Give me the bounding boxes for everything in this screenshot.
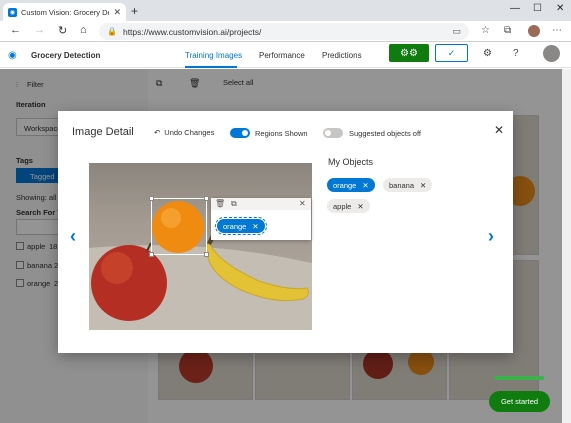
undo-changes-button[interactable]: ↶ Undo Changes [154,128,214,137]
lock-icon: 🔒 [107,27,117,36]
profile-icon[interactable] [528,25,540,37]
browser-toolbar: ← → ↻ ⌂ 🔒 https://www.customvision.ai/pr… [0,21,571,42]
my-objects-title: My Objects [328,157,374,167]
url-text: https://www.customvision.ai/projects/ [122,26,262,37]
orange-region-box[interactable] [149,196,209,257]
more-icon[interactable]: ⋯ [552,25,562,36]
settings-icon[interactable]: ⚙ [483,48,492,59]
object-tag-label: banana [389,180,415,190]
close-popup-icon[interactable]: ✕ [299,199,306,208]
trash-icon[interactable]: 🗑 [215,199,225,208]
resize-handle[interactable] [204,252,209,257]
remove-tag-icon[interactable]: ✕ [252,222,258,231]
resize-handle[interactable] [149,252,154,257]
project-name: Grocery Detection [31,51,101,60]
previous-image-arrow[interactable]: ‹ [70,226,76,247]
forward-icon[interactable]: → [34,24,45,36]
active-tab-indicator [185,66,237,68]
gears-icon: ⚙⚙ [400,47,418,59]
region-tag-label: orange [223,221,247,231]
collections-icon[interactable]: ⧉ [504,25,511,36]
browser-tab[interactable]: ◉ Custom Vision: Grocery Detection ✕ [3,3,126,21]
next-image-arrow[interactable]: › [488,226,494,247]
apple-shape [91,245,167,321]
suggested-objects-toggle[interactable] [323,128,343,138]
region-tag-popup: 🗑 ⧉ ✕ orange ✕ [211,198,311,240]
tab-title: Custom Vision: Grocery Detection [21,7,109,17]
remove-tag-icon[interactable]: ✕ [362,181,368,190]
remove-tag-icon[interactable]: ✕ [357,202,363,211]
window-close-button[interactable]: ✕ [556,3,564,14]
home-icon[interactable]: ⌂ [80,24,87,36]
avatar[interactable] [543,45,560,62]
maximize-button[interactable]: ☐ [533,3,542,14]
favorites-icon[interactable]: ☆ [481,25,490,36]
object-tag-banana[interactable]: banana ✕ [383,178,433,192]
address-bar[interactable]: 🔒 https://www.customvision.ai/projects/ … [99,23,469,40]
remove-tag-icon[interactable]: ✕ [420,181,426,190]
toggle-knob [242,130,248,136]
undo-icon: ↶ [154,128,161,137]
object-tag-orange[interactable]: orange ✕ [327,178,375,192]
tab-close-icon[interactable]: ✕ [113,7,121,18]
region-popup-toolbar: 🗑 ⧉ ✕ [211,198,311,210]
apple-highlight [101,252,133,284]
modal-title: Image Detail [72,126,134,138]
resize-handle[interactable] [204,196,209,201]
eye-icon[interactable]: ◉ [8,50,17,61]
object-tag-label: apple [333,201,352,211]
new-tab-button[interactable]: + [131,4,138,18]
close-icon[interactable]: ✕ [494,123,504,137]
help-icon[interactable]: ? [513,48,519,59]
progress-indicator [494,376,544,380]
undo-label: Undo Changes [164,128,215,137]
custom-vision-icon: ◉ [8,7,17,17]
object-tag-label: orange [333,180,357,190]
copy-region-icon[interactable]: ⧉ [231,199,237,209]
browser-tabstrip: ◉ Custom Vision: Grocery Detection ✕ + —… [0,0,571,21]
image-detail-modal: Image Detail ↶ Undo Changes Regions Show… [58,111,513,353]
tab-performance[interactable]: Performance [259,51,305,60]
quick-test-button[interactable]: ✓ [435,44,468,62]
check-icon: ✓ [447,47,456,58]
region-tag-chip[interactable]: orange ✕ [217,219,265,233]
page-scrollbar[interactable] [562,69,571,423]
tab-training-images[interactable]: Training Images [185,51,242,60]
region-tag-focus: orange ✕ [215,217,267,235]
minimize-button[interactable]: — [510,3,520,14]
resize-handle[interactable] [149,196,154,201]
suggested-objects-label: Suggested objects off [349,129,421,138]
back-icon[interactable]: ← [10,24,21,36]
tab-predictions[interactable]: Predictions [322,51,362,60]
train-button[interactable]: ⚙⚙ [389,44,429,62]
regions-shown-toggle[interactable] [230,128,250,138]
detail-image[interactable] [89,163,312,330]
object-tag-apple[interactable]: apple ✕ [327,199,370,213]
refresh-icon[interactable]: ↻ [58,24,67,37]
toggle-knob [325,130,331,136]
get-started-button[interactable]: Get started [489,391,550,412]
reader-mode-icon[interactable]: ▭ [452,26,461,37]
regions-shown-label: Regions Shown [255,129,308,138]
